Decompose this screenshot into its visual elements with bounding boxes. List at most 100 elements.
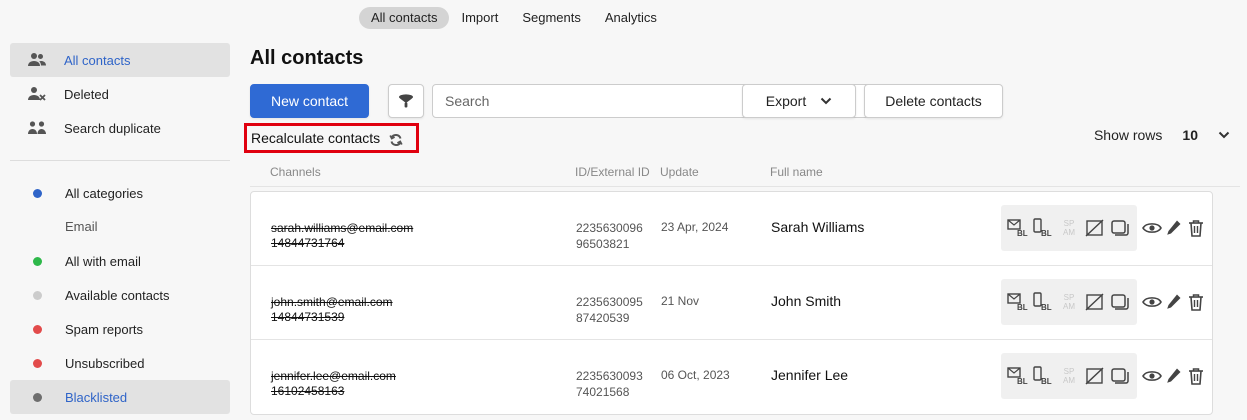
edit-icon[interactable]	[1163, 291, 1185, 313]
no-image-icon[interactable]	[1084, 217, 1106, 239]
row-actions: BL BL SP AM	[1001, 353, 1207, 399]
sidebar-item-search-duplicate[interactable]: Search duplicate	[10, 111, 230, 145]
channel-status-group: BL BL SP AM	[1001, 353, 1137, 399]
full-name-cell: John Smith	[771, 293, 842, 309]
duplicate-users-icon	[28, 119, 46, 137]
email-blacklist-icon[interactable]: BL	[1007, 291, 1029, 313]
category-dot	[33, 392, 42, 402]
sidebar-category-spam-reports[interactable]: Spam reports	[10, 312, 230, 346]
spam-badge: SP AM	[1062, 293, 1075, 311]
category-dot	[33, 290, 42, 300]
contact-external-id: 96503821	[576, 237, 630, 251]
message-icon[interactable]	[1109, 217, 1131, 239]
update-cell: 06 Oct, 2023	[661, 368, 730, 382]
contact-external-id: 87420539	[576, 311, 630, 325]
show-rows-label: Show rows	[1093, 127, 1163, 143]
contact-phone: 14844731764	[271, 236, 345, 250]
view-icon[interactable]	[1141, 291, 1163, 313]
delete-icon[interactable]	[1185, 365, 1207, 387]
spam-badge: SP AM	[1062, 367, 1075, 385]
users-icon	[28, 51, 46, 69]
phone-blacklist-icon[interactable]: BL	[1032, 291, 1054, 313]
contact-external-id: 74021568	[576, 385, 630, 399]
table-row[interactable]: sarah.williams@email.com 14844731764 223…	[251, 192, 1212, 266]
svg-text:BL: BL	[1041, 229, 1052, 238]
contact-email: john.smith@email.com	[271, 295, 393, 309]
chevron-down-icon	[820, 97, 832, 105]
phone-blacklist-icon[interactable]: BL	[1032, 365, 1054, 387]
sidebar-item-label: Deleted	[64, 86, 109, 102]
category-dot	[33, 324, 42, 334]
sidebar-item-all-contacts[interactable]: All contacts	[10, 43, 230, 77]
recalculate-label: Recalculate contacts	[251, 130, 381, 146]
phone-blacklist-icon[interactable]: BL	[1032, 217, 1054, 239]
export-dropdown-button[interactable]: Export	[742, 84, 856, 118]
sidebar-item-deleted[interactable]: Deleted	[10, 77, 230, 111]
delete-contacts-button[interactable]: Delete contacts	[864, 84, 1003, 118]
new-contact-button[interactable]: New contact	[250, 84, 369, 118]
tab-analytics[interactable]: Analytics	[593, 7, 669, 29]
delete-icon[interactable]	[1185, 217, 1207, 239]
channel-status-group: BL BL SP AM	[1001, 205, 1137, 251]
sidebar-category-all-categories[interactable]: All categories	[10, 176, 230, 210]
no-image-icon[interactable]	[1084, 365, 1106, 387]
svg-text:BL: BL	[1017, 229, 1028, 238]
message-icon[interactable]	[1109, 365, 1131, 387]
channels-cell: john.smith@email.com 14844731539	[271, 295, 393, 325]
email-blacklist-icon[interactable]: BL	[1007, 217, 1029, 239]
svg-text:BL: BL	[1041, 303, 1052, 312]
no-image-icon[interactable]	[1084, 291, 1106, 313]
filter-icon	[397, 92, 415, 110]
svg-text:BL: BL	[1017, 377, 1028, 386]
edit-icon[interactable]	[1163, 365, 1185, 387]
contact-email: sarah.williams@email.com	[271, 221, 414, 235]
sidebar-item-label: Search duplicate	[64, 120, 161, 136]
sidebar-category-all-with-email[interactable]: All with email	[10, 244, 230, 278]
sidebar-category-blacklisted[interactable]: Blacklisted	[10, 380, 230, 414]
table-header: Channels ID/External ID Update Full name	[250, 159, 1240, 187]
table-row[interactable]: jennifer.lee@email.com 16102458163 22356…	[251, 340, 1212, 414]
sidebar: All contacts Deleted Search duplicate Al…	[10, 43, 230, 414]
sidebar-divider	[10, 160, 230, 161]
show-rows-value: 10	[1182, 127, 1198, 143]
category-dot	[33, 358, 42, 368]
view-icon[interactable]	[1141, 365, 1163, 387]
message-icon[interactable]	[1109, 291, 1131, 313]
view-icon[interactable]	[1141, 217, 1163, 239]
sidebar-category-unsubscribed[interactable]: Unsubscribed	[10, 346, 230, 380]
sidebar-group-email: Email	[65, 219, 98, 234]
full-name-cell: Jennifer Lee	[771, 367, 849, 383]
tab-all-contacts[interactable]: All contacts	[359, 7, 450, 29]
contact-id: 2235630095	[576, 295, 643, 309]
top-tabs: All contacts Import Segments Analytics	[359, 7, 669, 29]
show-rows-selector[interactable]: Show rows 10	[1094, 127, 1230, 143]
category-dot	[33, 188, 42, 198]
channels-cell: jennifer.lee@email.com 16102458163	[271, 369, 396, 399]
email-blacklist-icon[interactable]: BL	[1007, 365, 1029, 387]
sidebar-item-label: All contacts	[64, 52, 131, 68]
column-header-channels: Channels	[270, 165, 321, 179]
contact-phone: 14844731539	[271, 310, 345, 324]
contact-id: 2235630096	[576, 221, 643, 235]
category-label: Available contacts	[65, 287, 170, 303]
category-label: Spam reports	[65, 321, 144, 337]
toolbar: New contact Export Delete contacts	[250, 84, 1240, 118]
refresh-icon	[389, 133, 403, 147]
tab-segments[interactable]: Segments	[510, 7, 593, 29]
table-row[interactable]: john.smith@email.com 14844731539 2235630…	[251, 266, 1212, 340]
recalculate-contacts-button[interactable]: Recalculate contacts	[244, 123, 419, 153]
filter-button[interactable]	[388, 84, 424, 118]
update-cell: 21 Nov	[661, 294, 700, 308]
delete-icon[interactable]	[1185, 291, 1207, 313]
sidebar-category-available-contacts[interactable]: Available contacts	[10, 278, 230, 312]
edit-icon[interactable]	[1163, 217, 1185, 239]
svg-text:BL: BL	[1017, 303, 1028, 312]
row-actions: BL BL SP AM	[1001, 279, 1207, 325]
id-cell: 2235630096 96503821	[576, 220, 643, 252]
category-label: All categories	[65, 185, 144, 201]
column-header-update: Update	[660, 165, 699, 179]
contacts-table: sarah.williams@email.com 14844731764 223…	[250, 191, 1213, 415]
page-title: All contacts	[250, 47, 364, 69]
category-label: Unsubscribed	[65, 355, 145, 371]
tab-import[interactable]: Import	[449, 7, 510, 29]
